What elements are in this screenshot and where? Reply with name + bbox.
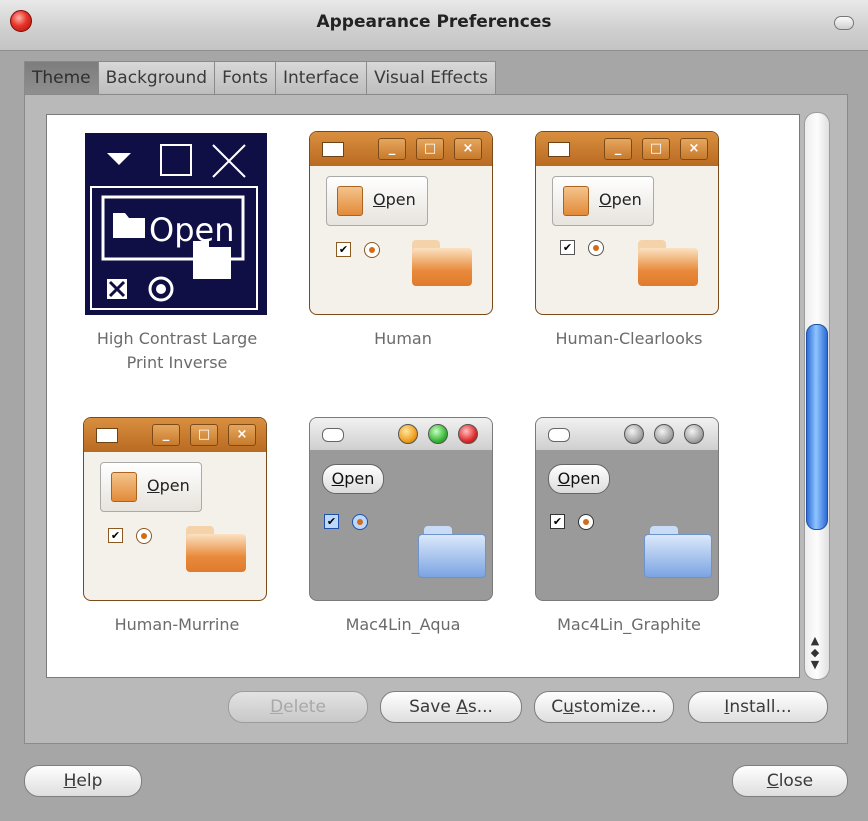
window-title: Appearance Preferences [316, 12, 552, 32]
close-icon [458, 424, 478, 444]
window-menu-icon [548, 142, 570, 157]
window-shade-icon[interactable] [834, 16, 854, 30]
tab-fonts[interactable]: Fonts [214, 61, 276, 94]
close-icon: × [454, 138, 482, 160]
install-button[interactable]: Install... [688, 691, 828, 723]
high-contrast-preview-icon: Open [90, 144, 258, 310]
folder-open-icon [563, 186, 589, 216]
theme-thumbnail-human-murrine[interactable]: _ □ × Open ✔ [83, 417, 267, 601]
theme-thumbnail-mac4lin-graphite[interactable]: Open ✔ [535, 417, 719, 601]
save-as-button[interactable]: Save As... [380, 691, 522, 723]
preview-open-button: Open [326, 176, 428, 226]
maximize-icon: □ [642, 138, 670, 160]
window-menu-icon [96, 428, 118, 443]
minimize-icon [624, 424, 644, 444]
window-menu-icon [322, 428, 344, 442]
preview-open-label: Open [599, 190, 642, 209]
maximize-icon [428, 424, 448, 444]
theme-label-human-murrine[interactable]: Human-Murrine [47, 613, 307, 637]
checkbox-icon: ✔ [560, 240, 575, 255]
theme-list[interactable]: Open High Contrast Large Print Inverse _… [46, 114, 800, 678]
maximize-icon: □ [190, 424, 218, 446]
preview-titlebar [310, 418, 492, 450]
scroll-arrows-icon[interactable]: ▲ ◆ ▼ [808, 635, 822, 673]
checkbox-icon: ✔ [324, 514, 339, 529]
folder-icon [186, 526, 246, 572]
preview-titlebar: _ □ × [310, 132, 492, 166]
preview-open-button: Open [548, 464, 610, 494]
preview-open-button: Open [100, 462, 202, 512]
folder-icon [412, 240, 472, 286]
title-bar[interactable]: Appearance Preferences [0, 0, 868, 51]
theme-label-high-contrast[interactable]: High Contrast Large Print Inverse [47, 327, 307, 375]
close-button[interactable]: Close [732, 765, 848, 797]
theme-label-line2: Print Inverse [126, 353, 228, 372]
radio-icon [136, 528, 152, 544]
preview-open-label: Open [373, 190, 416, 209]
folder-open-icon [337, 186, 363, 216]
window-menu-icon [322, 142, 344, 157]
theme-thumbnail-human-clearlooks[interactable]: _ □ × Open ✔ [535, 131, 719, 315]
maximize-icon [654, 424, 674, 444]
preview-open-label: Open [147, 476, 190, 495]
radio-icon [588, 240, 604, 256]
tab-visual-effects[interactable]: Visual Effects [366, 61, 496, 94]
radio-icon [578, 514, 594, 530]
folder-open-icon [111, 472, 137, 502]
theme-label-human-clearlooks[interactable]: Human-Clearlooks [499, 327, 759, 351]
close-icon [684, 424, 704, 444]
minimize-icon: _ [378, 138, 406, 160]
theme-label-line1: High Contrast Large [96, 329, 258, 348]
tab-theme[interactable]: Theme [24, 61, 99, 94]
minimize-icon: _ [604, 138, 632, 160]
svg-text:Open: Open [149, 211, 234, 249]
theme-label-mac4lin-aqua[interactable]: Mac4Lin_Aqua [273, 613, 533, 637]
theme-thumbnail-high-contrast[interactable]: Open [84, 132, 268, 316]
folder-icon [418, 526, 486, 578]
theme-label-mac4lin-graphite[interactable]: Mac4Lin_Graphite [499, 613, 759, 637]
scrollbar-thumb[interactable] [806, 324, 828, 530]
preview-titlebar: _ □ × [84, 418, 266, 452]
preview-titlebar: _ □ × [536, 132, 718, 166]
minimize-icon [398, 424, 418, 444]
preview-titlebar [536, 418, 718, 450]
window-menu-icon [548, 428, 570, 442]
theme-thumbnail-human[interactable]: _ □ × Open ✔ [309, 131, 493, 315]
folder-icon [638, 240, 698, 286]
radio-icon [352, 514, 368, 530]
minimize-icon: _ [152, 424, 180, 446]
customize-button[interactable]: Customize... [534, 691, 674, 723]
close-icon: × [680, 138, 708, 160]
checkbox-icon: ✔ [108, 528, 123, 543]
maximize-icon: □ [416, 138, 444, 160]
theme-thumbnail-mac4lin-aqua[interactable]: Open ✔ [309, 417, 493, 601]
checkbox-icon: ✔ [550, 514, 565, 529]
help-button[interactable]: Help [24, 765, 142, 797]
theme-label-human[interactable]: Human [273, 327, 533, 351]
tab-strip: Theme Background Fonts Interface Visual … [24, 61, 496, 95]
tab-background[interactable]: Background [97, 61, 216, 94]
folder-icon [644, 526, 712, 578]
checkbox-icon: ✔ [336, 242, 351, 257]
appearance-preferences-window: Appearance Preferences Theme Background … [0, 0, 868, 821]
tab-interface[interactable]: Interface [274, 61, 368, 94]
delete-button[interactable]: Delete [228, 691, 368, 723]
radio-icon [364, 242, 380, 258]
close-icon: × [228, 424, 256, 446]
preview-open-button: Open [552, 176, 654, 226]
preview-open-button: Open [322, 464, 384, 494]
